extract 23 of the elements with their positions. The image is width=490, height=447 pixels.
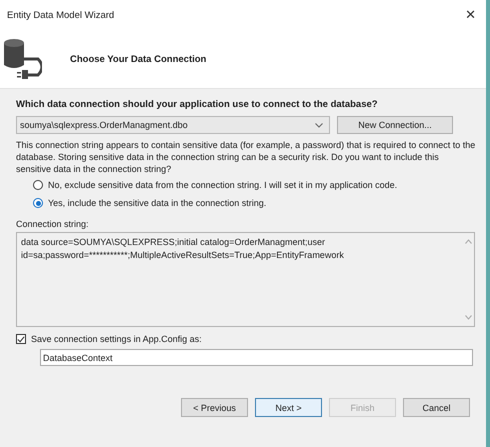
wizard-button[interactable]: < Previous (181, 398, 248, 417)
window-title: Entity Data Model Wizard (7, 10, 114, 20)
question-text: Which data connection should your application use to connect to the database? (16, 99, 379, 110)
option-label: No, exclude sensitive data from the connection string. I will set it in my application code. (48, 180, 398, 190)
scroll-down-icon (464, 315, 472, 320)
wizard-button[interactable]: Next > (255, 398, 322, 417)
chevron-icon (315, 122, 323, 128)
checkbox-label: Save connection settings in App.Config as: (31, 334, 202, 344)
connection-string-box[interactable]: data source=SOUMYA\SQLEXPRESS;initial catalog=OrderManagment;user id=sa;password=***********;MultipleActiveResultSets=True;App=EntityFramework (16, 232, 475, 327)
page-heading: Choose Your Data Connection (70, 54, 206, 64)
connection-dropdown[interactable]: soumya\sqlexpress.OrderManagment.dbo (16, 116, 330, 134)
warning-text: This connection string appears to contain sensitive data (for example, a password) that is required to connect to the database. Storing sensitive data in the connection string can be a security risk. Do you want to include this sensitive data in the connection string? (16, 139, 476, 175)
close-button[interactable]: ✕ (455, 8, 486, 22)
option-label: Yes, include the sensitive data in the connection string. (48, 198, 266, 208)
database-plug-icon (2, 37, 42, 81)
scroll-up-icon (464, 239, 472, 244)
radio-button[interactable] (33, 198, 43, 208)
connection-string-label: Connection string: (16, 219, 90, 229)
wizard-button[interactable]: Cancel (403, 398, 470, 417)
checkbox[interactable] (16, 334, 26, 344)
new-connection-button[interactable]: New Connection... (337, 116, 453, 134)
context-name-field[interactable]: DatabaseContext (40, 349, 473, 366)
radio-button[interactable] (33, 180, 43, 190)
